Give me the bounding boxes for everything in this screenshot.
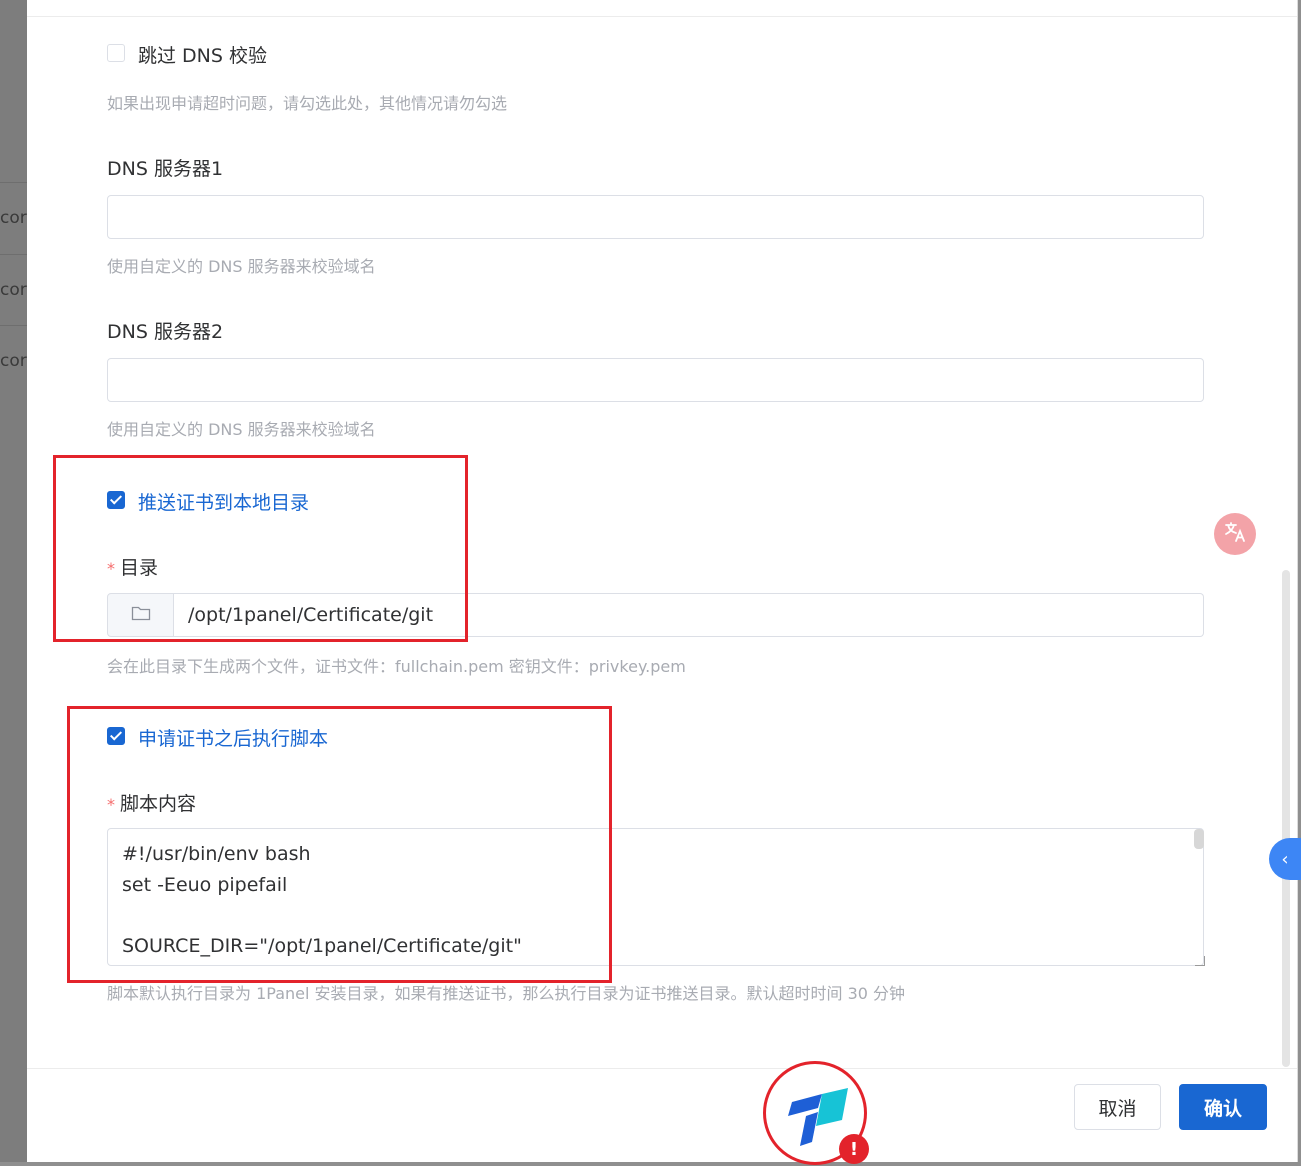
background-row: cor [0, 182, 27, 254]
highlight-box-exec-script [67, 706, 612, 983]
dns-server1-hint: 使用自定义的 DNS 服务器来校验域名 [107, 257, 376, 276]
translate-button[interactable] [1214, 513, 1256, 555]
dns-server2-input[interactable] [107, 358, 1204, 402]
skip-dns-hint: 如果出现申请超时问题，请勾选此处，其他情况请勿勾选 [107, 94, 508, 113]
skip-dns-checkbox[interactable] [107, 44, 125, 62]
directory-hint: 会在此目录下生成两个文件，证书文件：fullchain.pem 密钥文件：pri… [107, 657, 686, 676]
chevron-left-icon: ‹ [1281, 848, 1289, 870]
drawer-scrollbar[interactable] [1282, 570, 1290, 1067]
dns-server2-hint: 使用自定义的 DNS 服务器来校验域名 [107, 420, 376, 439]
alert-icon: ! [839, 1134, 869, 1164]
cancel-button[interactable]: 取消 [1074, 1084, 1161, 1130]
confirm-button[interactable]: 确认 [1179, 1084, 1267, 1130]
background-row: cor [0, 254, 27, 326]
drawer-header-divider [27, 16, 1297, 17]
skip-dns-label[interactable]: 跳过 DNS 校验 [138, 41, 267, 68]
footer-divider [27, 1068, 1297, 1069]
textarea-resize-handle[interactable] [1195, 956, 1205, 966]
apply-certificate-drawer: 跳过 DNS 校验 如果出现申请超时问题，请勾选此处，其他情况请勿勾选 DNS … [27, 0, 1298, 1162]
textarea-scrollbar[interactable] [1194, 829, 1204, 849]
translate-icon [1222, 519, 1248, 550]
highlight-box-push-local [53, 455, 468, 642]
dns-server1-label: DNS 服务器1 [107, 158, 224, 180]
script-content-hint: 脚本默认执行目录为 1Panel 安装目录，如果有推送证书，那么执行目录为证书推… [107, 984, 906, 1003]
background-row: cor [0, 325, 27, 397]
dns-server1-input[interactable] [107, 195, 1204, 239]
background-page: cor cor cor [0, 0, 27, 1162]
dns-server2-label: DNS 服务器2 [107, 321, 224, 343]
